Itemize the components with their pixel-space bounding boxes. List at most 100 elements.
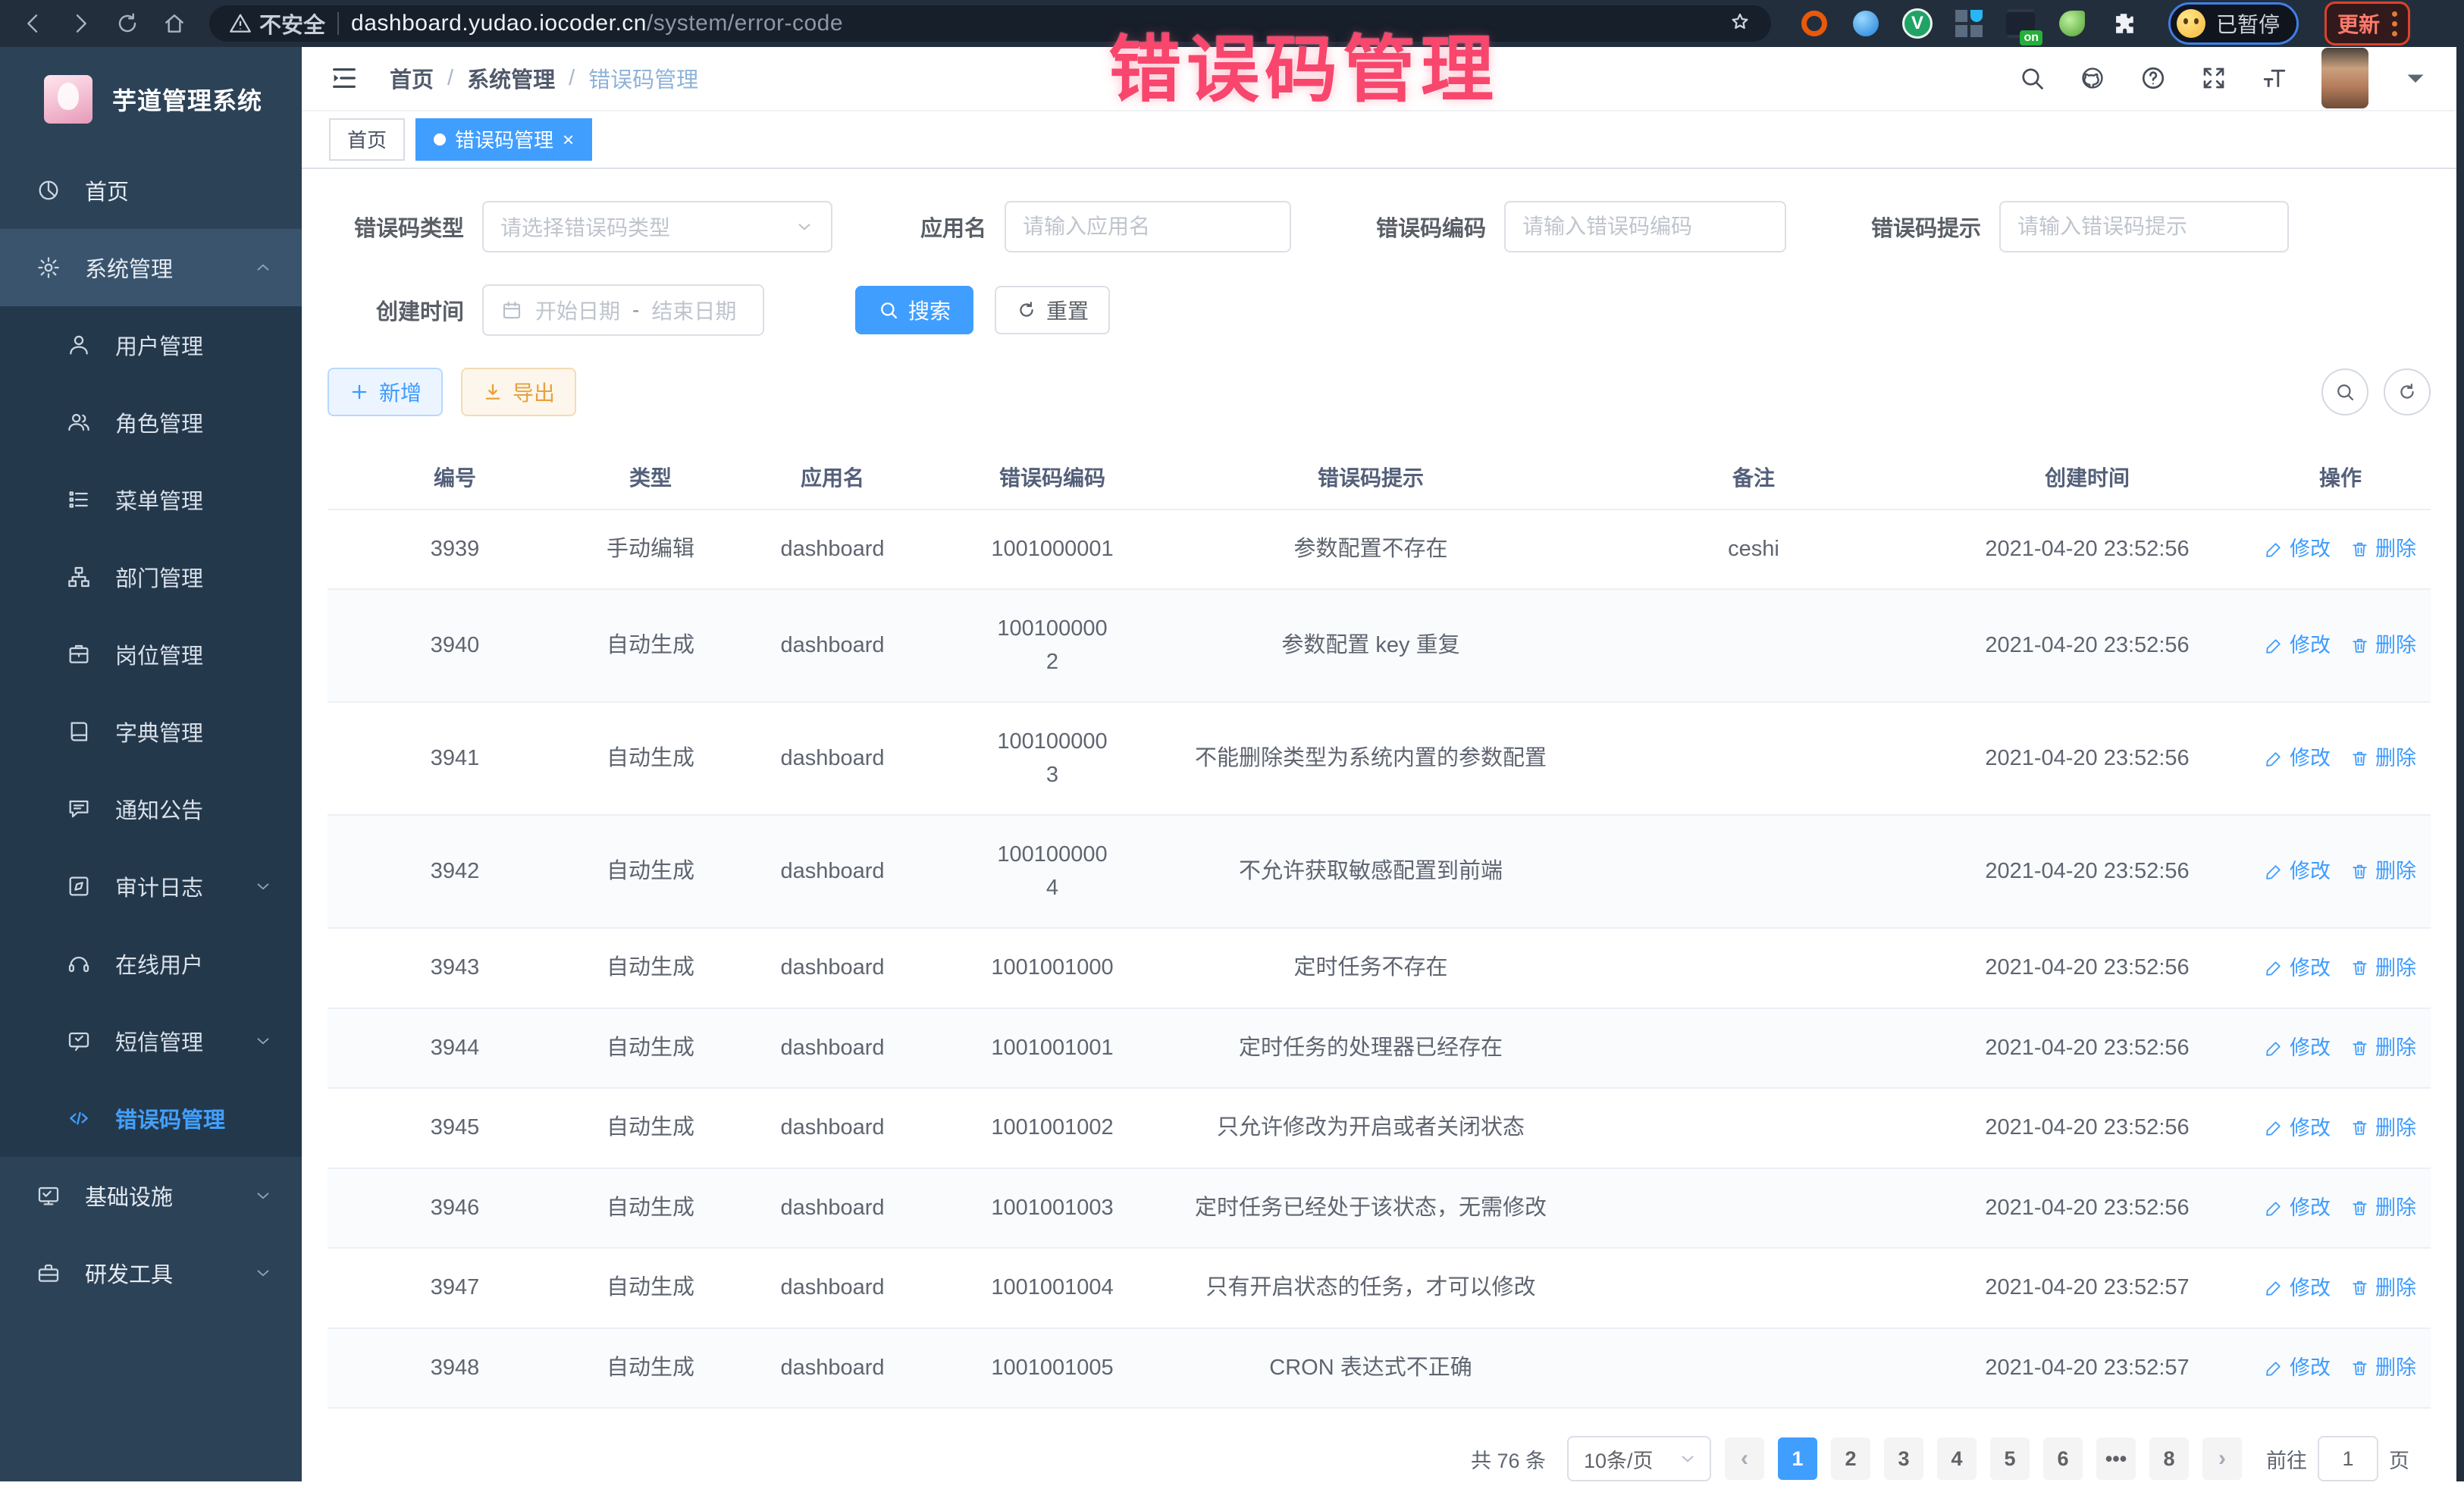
- sidebar-item-0[interactable]: 首页: [0, 152, 302, 229]
- browser-reload-button[interactable]: [108, 6, 147, 41]
- calendar-icon: [500, 299, 523, 321]
- sidebar-item-7[interactable]: 字典管理: [0, 693, 302, 770]
- page-size-select[interactable]: 10条/页: [1567, 1436, 1711, 1481]
- sidebar-item-6[interactable]: 岗位管理: [0, 616, 302, 693]
- delete-link[interactable]: 删除: [2350, 630, 2416, 661]
- sidebar-item-14[interactable]: 研发工具: [0, 1234, 302, 1312]
- page-button[interactable]: 4: [1937, 1437, 1977, 1480]
- sidebar-logo-row[interactable]: 芋道管理系统: [0, 47, 302, 152]
- browser-update-button[interactable]: 更新: [2324, 2, 2410, 45]
- edit-link[interactable]: 修改: [2265, 1033, 2331, 1064]
- sidebar-item-label: 字典管理: [115, 716, 203, 748]
- page-button[interactable]: 3: [1884, 1437, 1923, 1480]
- github-icon[interactable]: [2079, 64, 2106, 92]
- page-button[interactable]: 2: [1831, 1437, 1870, 1480]
- cell-created: 2021-04-20 23:52:56: [1924, 855, 2250, 889]
- delete-link[interactable]: 删除: [2350, 743, 2416, 774]
- extension-grid-icon[interactable]: [1953, 8, 1985, 39]
- page-button[interactable]: 8: [2149, 1437, 2189, 1480]
- sidebar-item-1[interactable]: 系统管理: [0, 229, 302, 306]
- browser-menu-icon[interactable]: [2392, 11, 2397, 36]
- error-type-select[interactable]: 请选择错误码类型: [482, 201, 832, 252]
- edit-link[interactable]: 修改: [2265, 1353, 2331, 1384]
- cell-type: 自动生成: [582, 1111, 719, 1145]
- font-size-icon[interactable]: [2261, 64, 2288, 92]
- delete-link[interactable]: 删除: [2350, 953, 2416, 984]
- page-button[interactable]: 6: [2043, 1437, 2083, 1480]
- edit-link[interactable]: 修改: [2265, 1273, 2331, 1304]
- breadcrumb-system[interactable]: 系统管理: [467, 62, 555, 94]
- dev-tools-icon: [36, 1261, 68, 1285]
- page-button[interactable]: 5: [1990, 1437, 2030, 1480]
- delete-link[interactable]: 删除: [2350, 1353, 2416, 1384]
- chevron-down-icon[interactable]: [2402, 64, 2429, 92]
- chevron-down-icon: [253, 1186, 273, 1205]
- tab-home[interactable]: 首页: [329, 118, 405, 161]
- edit-link[interactable]: 修改: [2265, 534, 2331, 565]
- edit-link[interactable]: 修改: [2265, 856, 2331, 887]
- delete-link[interactable]: 删除: [2350, 856, 2416, 887]
- browser-home-button[interactable]: [155, 6, 194, 41]
- profile-paused-pill[interactable]: 已暂停: [2168, 2, 2299, 45]
- delete-link[interactable]: 删除: [2350, 1113, 2416, 1144]
- column-header: 操作: [2250, 462, 2431, 492]
- sidebar-item-2[interactable]: 用户管理: [0, 306, 302, 384]
- sidebar-item-11[interactable]: 短信管理: [0, 1002, 302, 1080]
- error-code-input[interactable]: [1522, 215, 1768, 239]
- sidebar-item-8[interactable]: 通知公告: [0, 770, 302, 848]
- breadcrumb-home[interactable]: 首页: [390, 62, 434, 94]
- delete-link[interactable]: 删除: [2350, 1033, 2416, 1064]
- sidebar-item-13[interactable]: 基础设施: [0, 1157, 302, 1234]
- search-button[interactable]: 搜索: [855, 286, 973, 334]
- browser-back-button[interactable]: [14, 6, 53, 41]
- user-avatar[interactable]: [2321, 48, 2368, 108]
- fullscreen-icon[interactable]: [2200, 64, 2227, 92]
- reset-button[interactable]: 重置: [995, 286, 1110, 334]
- sidebar-item-5[interactable]: 部门管理: [0, 538, 302, 616]
- edit-link[interactable]: 修改: [2265, 1113, 2331, 1144]
- export-button[interactable]: 导出: [461, 368, 576, 416]
- sidebar-toggle-icon[interactable]: [329, 63, 359, 93]
- cell-actions: 修改删除: [2250, 1353, 2431, 1384]
- sidebar-item-12[interactable]: 错误码管理: [0, 1080, 302, 1157]
- edit-link[interactable]: 修改: [2265, 630, 2331, 661]
- goto-page-input[interactable]: [2318, 1436, 2378, 1481]
- sidebar-item-4[interactable]: 菜单管理: [0, 461, 302, 538]
- date-range-picker[interactable]: 开始日期 - 结束日期: [482, 284, 764, 336]
- sidebar-item-3[interactable]: 角色管理: [0, 384, 302, 461]
- edit-link[interactable]: 修改: [2265, 953, 2331, 984]
- tab-error-code[interactable]: 错误码管理 ×: [415, 118, 592, 161]
- toggle-search-button[interactable]: [2321, 368, 2368, 415]
- help-icon[interactable]: [2140, 64, 2167, 92]
- delete-link[interactable]: 删除: [2350, 1193, 2416, 1224]
- browser-forward-button[interactable]: [61, 6, 100, 41]
- insecure-warning[interactable]: 不安全: [229, 8, 325, 39]
- refresh-table-button[interactable]: [2384, 368, 2431, 415]
- bookmark-star-icon[interactable]: [1729, 11, 1751, 37]
- extension-droplet-icon[interactable]: [1850, 8, 1882, 39]
- page-button[interactable]: •••: [2096, 1437, 2136, 1480]
- page-button-active[interactable]: 1: [1778, 1437, 1817, 1480]
- cell-code: 1001001000: [946, 951, 1158, 985]
- extensions-puzzle-icon[interactable]: [2108, 8, 2140, 39]
- extension-vue-devtools-icon[interactable]: V: [1901, 8, 1933, 39]
- delete-link[interactable]: 删除: [2350, 1273, 2416, 1304]
- app-name-input[interactable]: [1023, 215, 1273, 239]
- sidebar-item-10[interactable]: 在线用户: [0, 925, 302, 1002]
- extension-leaf-icon[interactable]: [2056, 8, 2088, 39]
- search-icon[interactable]: [2018, 64, 2045, 92]
- edit-link[interactable]: 修改: [2265, 1193, 2331, 1224]
- cell-id: 3945: [328, 1111, 582, 1145]
- add-button[interactable]: 新增: [328, 368, 443, 416]
- error-hint-input[interactable]: [2017, 215, 2271, 239]
- cell-id: 3940: [328, 629, 582, 663]
- delete-link[interactable]: 删除: [2350, 534, 2416, 565]
- edit-link[interactable]: 修改: [2265, 743, 2331, 774]
- next-page-button[interactable]: ›: [2202, 1437, 2242, 1480]
- prev-page-button[interactable]: ‹: [1725, 1437, 1764, 1480]
- address-bar[interactable]: 不安全 dashboard.yudao.iocoder.cn/system/er…: [209, 5, 1771, 42]
- extension-switch-icon[interactable]: on: [2005, 8, 2036, 39]
- close-tab-icon[interactable]: ×: [563, 130, 574, 149]
- extension-orange-icon[interactable]: [1798, 8, 1830, 39]
- sidebar-item-9[interactable]: 审计日志: [0, 848, 302, 925]
